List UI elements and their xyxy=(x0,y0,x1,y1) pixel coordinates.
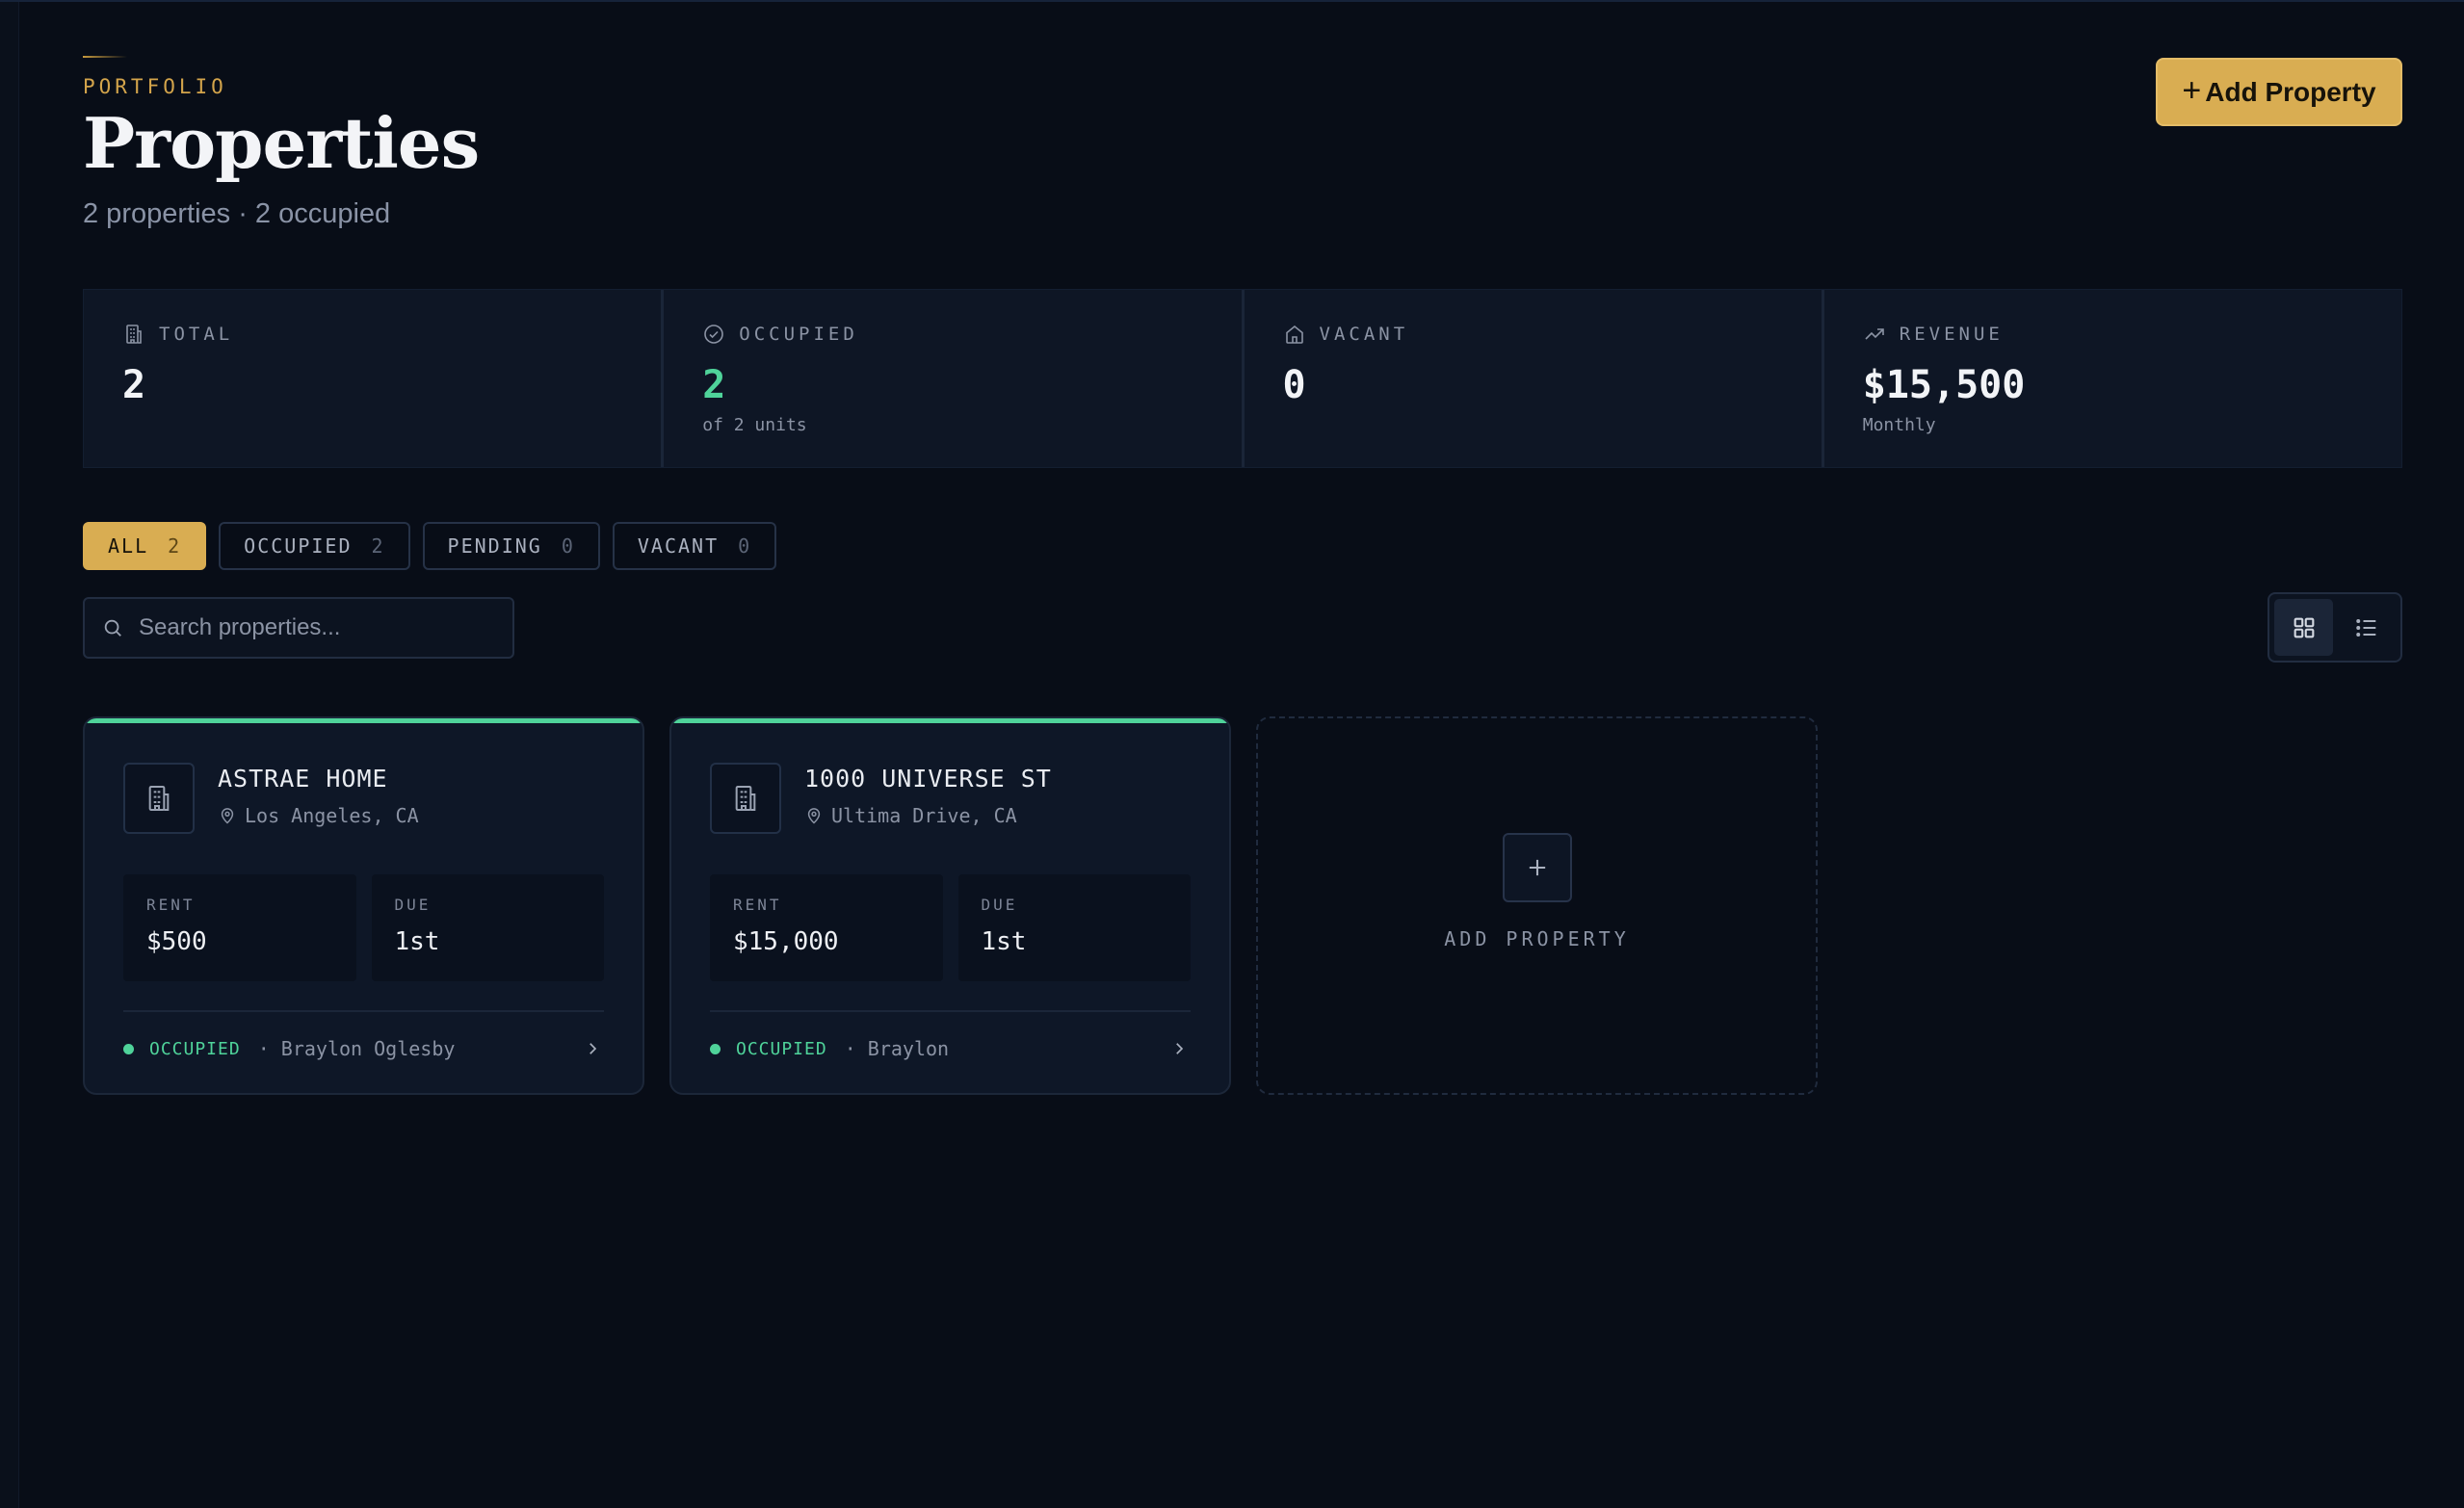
filter-occupied[interactable]: OCCUPIED 2 xyxy=(219,522,410,570)
view-toggle xyxy=(2267,592,2402,663)
stat-label: VACANT xyxy=(1319,324,1409,345)
chevron-right-icon[interactable] xyxy=(581,1037,604,1060)
tenant-name: · Braylon Oglesby xyxy=(257,1037,456,1060)
grid-icon xyxy=(2294,617,2314,637)
building-icon xyxy=(148,786,170,811)
stat-value: 2 xyxy=(702,363,726,407)
status-badge: OCCUPIED xyxy=(149,1038,241,1059)
plus-icon xyxy=(1529,859,1545,875)
property-name: ASTRAE HOME xyxy=(218,765,388,793)
building-icon xyxy=(735,786,756,811)
tenant-name: · Braylon xyxy=(844,1037,950,1060)
due-label: DUE xyxy=(981,896,1018,914)
stat-value: $15,500 xyxy=(1862,363,2026,407)
filter-count: 0 xyxy=(561,534,575,558)
stat-value: 2 xyxy=(122,363,146,407)
stat-label: OCCUPIED xyxy=(739,324,858,345)
map-pin-icon xyxy=(221,808,234,824)
stat-total: TOTAL 2 xyxy=(84,290,665,467)
check-circle-icon xyxy=(704,325,724,344)
property-thumbnail xyxy=(123,763,195,834)
property-name: 1000 UNIVERSE ST xyxy=(804,765,1052,793)
status-dot-icon xyxy=(710,1043,721,1054)
main-content: PORTFOLIO Properties 2 properties · 2 oc… xyxy=(83,2,2402,1508)
due-box: DUE 1st xyxy=(371,874,604,981)
rent-value: $15,000 xyxy=(733,927,839,956)
add-property-card[interactable]: ADD PROPERTY xyxy=(1256,716,1818,1095)
rent-box: RENT $15,000 xyxy=(710,874,943,981)
left-rail xyxy=(0,2,19,1508)
card-divider xyxy=(710,1010,1191,1012)
filter-pending[interactable]: PENDING 0 xyxy=(422,522,600,570)
filter-label: ALL xyxy=(108,534,149,558)
rent-label: RENT xyxy=(733,896,782,914)
filter-label: OCCUPIED xyxy=(244,534,353,558)
list-icon xyxy=(2355,618,2375,637)
search-box xyxy=(83,597,514,659)
rent-label: RENT xyxy=(146,896,196,914)
trending-up-icon xyxy=(1865,328,1884,340)
building-icon xyxy=(126,325,142,344)
app-window: PORTFOLIO Properties 2 properties · 2 oc… xyxy=(0,0,2464,1508)
stats-bar: TOTAL 2 OCCUPIED 2 of 2 units VACANT 0 R… xyxy=(83,289,2402,468)
stat-sub: Monthly xyxy=(1862,415,1936,435)
chevron-right-icon[interactable] xyxy=(1167,1037,1191,1060)
filter-count: 0 xyxy=(738,534,752,558)
plus-icon: + xyxy=(2182,71,2202,109)
add-property-button[interactable]: + Add Property xyxy=(2156,58,2402,126)
due-label: DUE xyxy=(394,896,432,914)
list-view-button[interactable] xyxy=(2337,599,2396,656)
status-dot-icon xyxy=(123,1043,134,1054)
add-property-label: Add Property xyxy=(2205,76,2376,107)
due-box: DUE 1st xyxy=(957,874,1191,981)
filter-count: 2 xyxy=(371,534,385,558)
filter-tabs: ALL 2 OCCUPIED 2 PENDING 0 VACANT 0 xyxy=(83,522,777,570)
filter-all[interactable]: ALL 2 xyxy=(83,522,207,570)
property-thumbnail xyxy=(710,763,781,834)
due-value: 1st xyxy=(981,927,1027,956)
property-location: Ultima Drive, CA xyxy=(804,804,1052,827)
grid-view-button[interactable] xyxy=(2274,599,2333,656)
stat-occupied: OCCUPIED 2 of 2 units xyxy=(664,290,1245,467)
map-pin-icon xyxy=(807,808,821,824)
page-title: Properties xyxy=(83,102,480,184)
search-icon xyxy=(104,619,121,637)
filter-count: 2 xyxy=(168,534,182,558)
add-property-card-label: ADD PROPERTY xyxy=(1444,926,1630,950)
due-value: 1st xyxy=(394,927,440,956)
rent-box: RENT $500 xyxy=(123,874,356,981)
filter-vacant[interactable]: VACANT 0 xyxy=(612,522,777,570)
stat-sub: of 2 units xyxy=(702,415,807,435)
page-eyebrow: PORTFOLIO xyxy=(83,75,227,98)
stat-revenue: REVENUE $15,500 Monthly xyxy=(1824,290,2401,467)
page-subtitle: 2 properties · 2 occupied xyxy=(83,198,391,229)
stat-value: 0 xyxy=(1282,363,1306,407)
status-badge: OCCUPIED xyxy=(736,1038,827,1059)
stat-label: REVENUE xyxy=(1899,324,2004,345)
add-icon-box xyxy=(1502,832,1572,902)
rent-value: $500 xyxy=(146,927,207,956)
search-input[interactable] xyxy=(137,613,495,642)
property-grid: ASTRAE HOME Los Angeles, CA RENT $500 DU… xyxy=(83,716,1818,1095)
property-card[interactable]: 1000 UNIVERSE ST Ultima Drive, CA RENT $… xyxy=(669,716,1231,1095)
filter-label: VACANT xyxy=(637,534,720,558)
card-divider xyxy=(123,1010,604,1012)
property-location: Los Angeles, CA xyxy=(218,804,419,827)
eyebrow-divider xyxy=(83,56,127,58)
location-text: Ultima Drive, CA xyxy=(831,804,1017,827)
location-text: Los Angeles, CA xyxy=(245,804,419,827)
stat-label: TOTAL xyxy=(159,324,234,345)
home-icon xyxy=(1285,325,1303,344)
stat-vacant: VACANT 0 xyxy=(1245,290,1824,467)
property-card[interactable]: ASTRAE HOME Los Angeles, CA RENT $500 DU… xyxy=(83,716,644,1095)
filter-label: PENDING xyxy=(447,534,542,558)
